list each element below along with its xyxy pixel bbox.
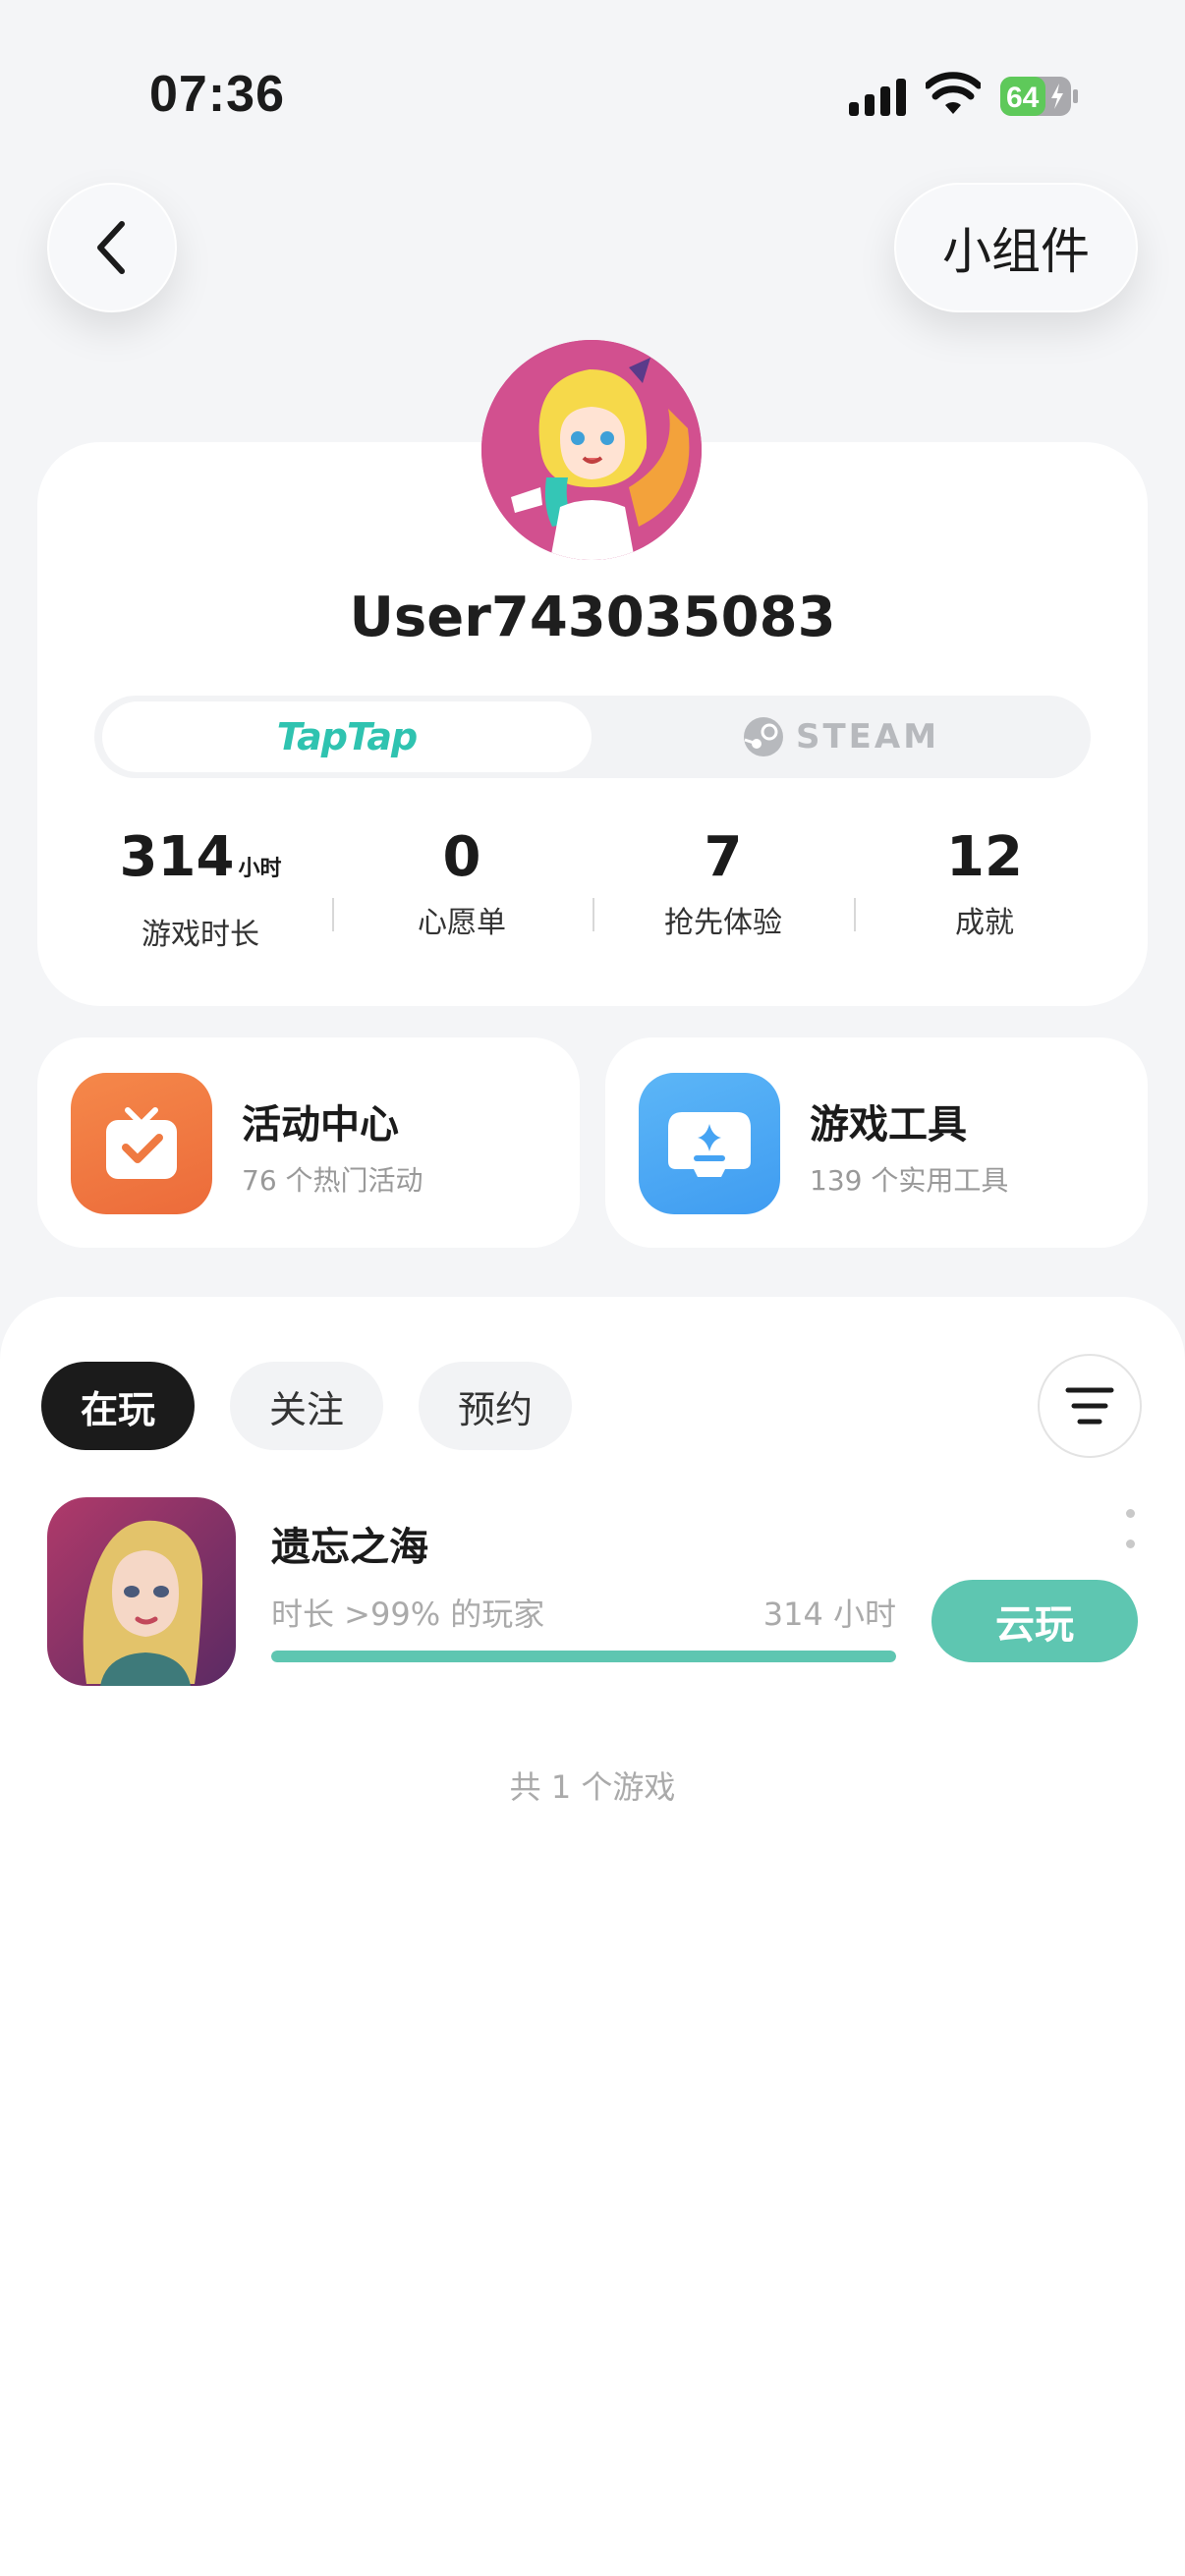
username: User743035083 <box>349 586 836 649</box>
avatar[interactable] <box>481 340 702 560</box>
avatar-image <box>481 340 702 560</box>
stat-unit: 小时 <box>238 857 282 881</box>
feature-subtitle: 139 个实用工具 <box>810 1164 1009 1197</box>
game-icon[interactable] <box>47 1497 236 1686</box>
game-list-sheet <box>0 1297 1185 2576</box>
wifi-icon <box>926 72 981 114</box>
stat-achievements[interactable]: 12 成就 <box>857 823 1112 941</box>
widget-button[interactable]: 小组件 <box>894 183 1138 312</box>
back-button[interactable] <box>47 183 177 312</box>
stat-value: 7 <box>704 825 743 889</box>
tab-following[interactable]: 关注 <box>230 1362 383 1450</box>
stat-value: 314 <box>119 825 235 889</box>
playtime-progress <box>271 1651 896 1662</box>
playtime-progress-fill <box>271 1651 896 1662</box>
tab-reserved[interactable]: 预约 <box>419 1362 572 1450</box>
gamepad-icon <box>639 1073 780 1214</box>
more-options-icon[interactable] <box>1120 1509 1140 1548</box>
cloud-play-button[interactable]: 云玩 <box>931 1580 1138 1662</box>
stat-play-time[interactable]: 314 小时 游戏时长 <box>73 823 328 953</box>
steam-icon <box>743 717 783 756</box>
battery-icon: 64 <box>1000 77 1078 116</box>
game-title[interactable]: 遗忘之海 <box>271 1515 428 1572</box>
stat-label: 游戏时长 <box>141 918 259 952</box>
feature-title: 游戏工具 <box>810 1102 967 1148</box>
cellular-signal-icon <box>849 75 908 116</box>
stat-label: 心愿单 <box>418 906 506 940</box>
tab-steam[interactable]: STEAM <box>599 701 1083 772</box>
game-hours: 314 小时 <box>762 1596 896 1633</box>
steam-label: STEAM <box>795 717 940 756</box>
tab-playing[interactable]: 在玩 <box>41 1362 195 1450</box>
status-time: 07:36 <box>149 66 285 123</box>
stat-label: 抢先体验 <box>664 906 782 940</box>
chevron-left-icon <box>97 221 125 274</box>
gift-check-icon <box>71 1073 212 1214</box>
stat-divider <box>854 898 856 931</box>
feature-title: 活动中心 <box>242 1102 399 1148</box>
stat-value: 12 <box>946 825 1023 889</box>
tab-taptap[interactable]: TapTap <box>102 701 592 772</box>
stat-label: 成就 <box>955 906 1014 940</box>
stat-early-access[interactable]: 7 抢先体验 <box>595 823 851 941</box>
stat-wishlist[interactable]: 0 心愿单 <box>334 823 590 941</box>
feature-subtitle: 76 个热门活动 <box>242 1164 423 1197</box>
stat-divider <box>592 898 594 931</box>
game-count: 共 1 个游戏 <box>509 1768 676 1806</box>
taptap-logo: TapTap <box>276 715 419 758</box>
filter-button[interactable] <box>1038 1354 1142 1458</box>
game-playtime-rank: 时长 >99% 的玩家 <box>271 1596 545 1633</box>
stat-value: 0 <box>442 825 481 889</box>
filter-icon <box>1065 1387 1114 1425</box>
battery-level: 64 <box>1006 82 1040 114</box>
